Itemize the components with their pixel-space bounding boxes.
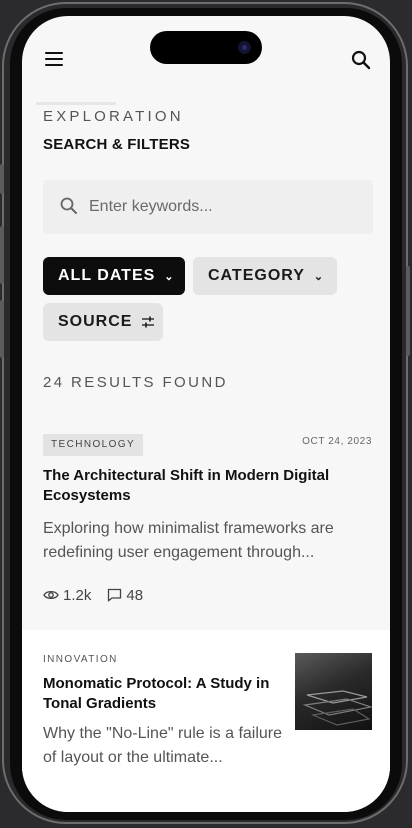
search-icon[interactable] — [350, 49, 372, 71]
all-dates-filter-chip[interactable]: ALL DATES ⌄ — [43, 257, 185, 295]
comment-icon — [108, 588, 122, 602]
hamburger-menu-icon[interactable] — [45, 52, 63, 66]
article-stats: 1.2k 48 — [43, 585, 159, 605]
eye-icon — [43, 590, 59, 600]
power-button — [406, 266, 410, 356]
app-screen: EXPLORATION SEARCH & FILTERS ALL DATES ⌄… — [22, 16, 390, 812]
comments-count: 48 — [126, 586, 144, 604]
category-tag: INNOVATION — [43, 654, 118, 665]
article-card[interactable]: INNOVATION Monomatic Protocol: A Study i… — [22, 630, 390, 812]
source-filter-chip[interactable]: SOURCE — [43, 303, 163, 341]
article-excerpt: Exploring how minimalist frameworks are … — [43, 520, 334, 561]
tune-sliders-icon — [142, 316, 155, 328]
abstract-lines-image — [303, 690, 372, 726]
comments-stat[interactable]: 48 — [107, 587, 143, 604]
views-stat: 1.2k — [43, 587, 91, 604]
search-input[interactable] — [89, 195, 359, 219]
volume-up-button — [0, 226, 4, 284]
decorative-rule — [36, 102, 116, 105]
article-excerpt: Why the "No-Line" rule is a failure of l… — [43, 725, 283, 766]
chevron-down-icon: ⌄ — [164, 270, 175, 283]
article-date: OCT 24, 2023 — [302, 436, 372, 447]
search-field-icon — [60, 197, 77, 214]
source-label: SOURCE — [58, 313, 133, 330]
article-thumbnail[interactable] — [295, 653, 372, 730]
chevron-down-icon: ⌄ — [313, 270, 325, 283]
top-bar — [22, 46, 390, 76]
category-filter-chip[interactable]: CATEGORY ⌄ — [193, 257, 337, 295]
section-eyebrow: EXPLORATION — [43, 108, 184, 125]
all-dates-label: ALL DATES — [58, 267, 156, 284]
action-button — [0, 164, 4, 194]
category-label: CATEGORY — [208, 267, 305, 284]
results-count: 24 RESULTS FOUND — [43, 374, 228, 391]
views-count: 1.2k — [63, 586, 92, 604]
page-title: SEARCH & FILTERS — [43, 136, 191, 153]
category-tag: TECHNOLOGY — [43, 434, 144, 456]
volume-down-button — [0, 300, 4, 358]
search-field[interactable] — [43, 180, 373, 234]
article-title[interactable]: Monomatic Protocol: A Study in Tonal Gra… — [43, 674, 291, 714]
article-card[interactable]: TECHNOLOGY OCT 24, 2023 The Architectura… — [22, 416, 390, 630]
article-title[interactable]: The Architectural Shift in Modern Digita… — [43, 466, 363, 506]
